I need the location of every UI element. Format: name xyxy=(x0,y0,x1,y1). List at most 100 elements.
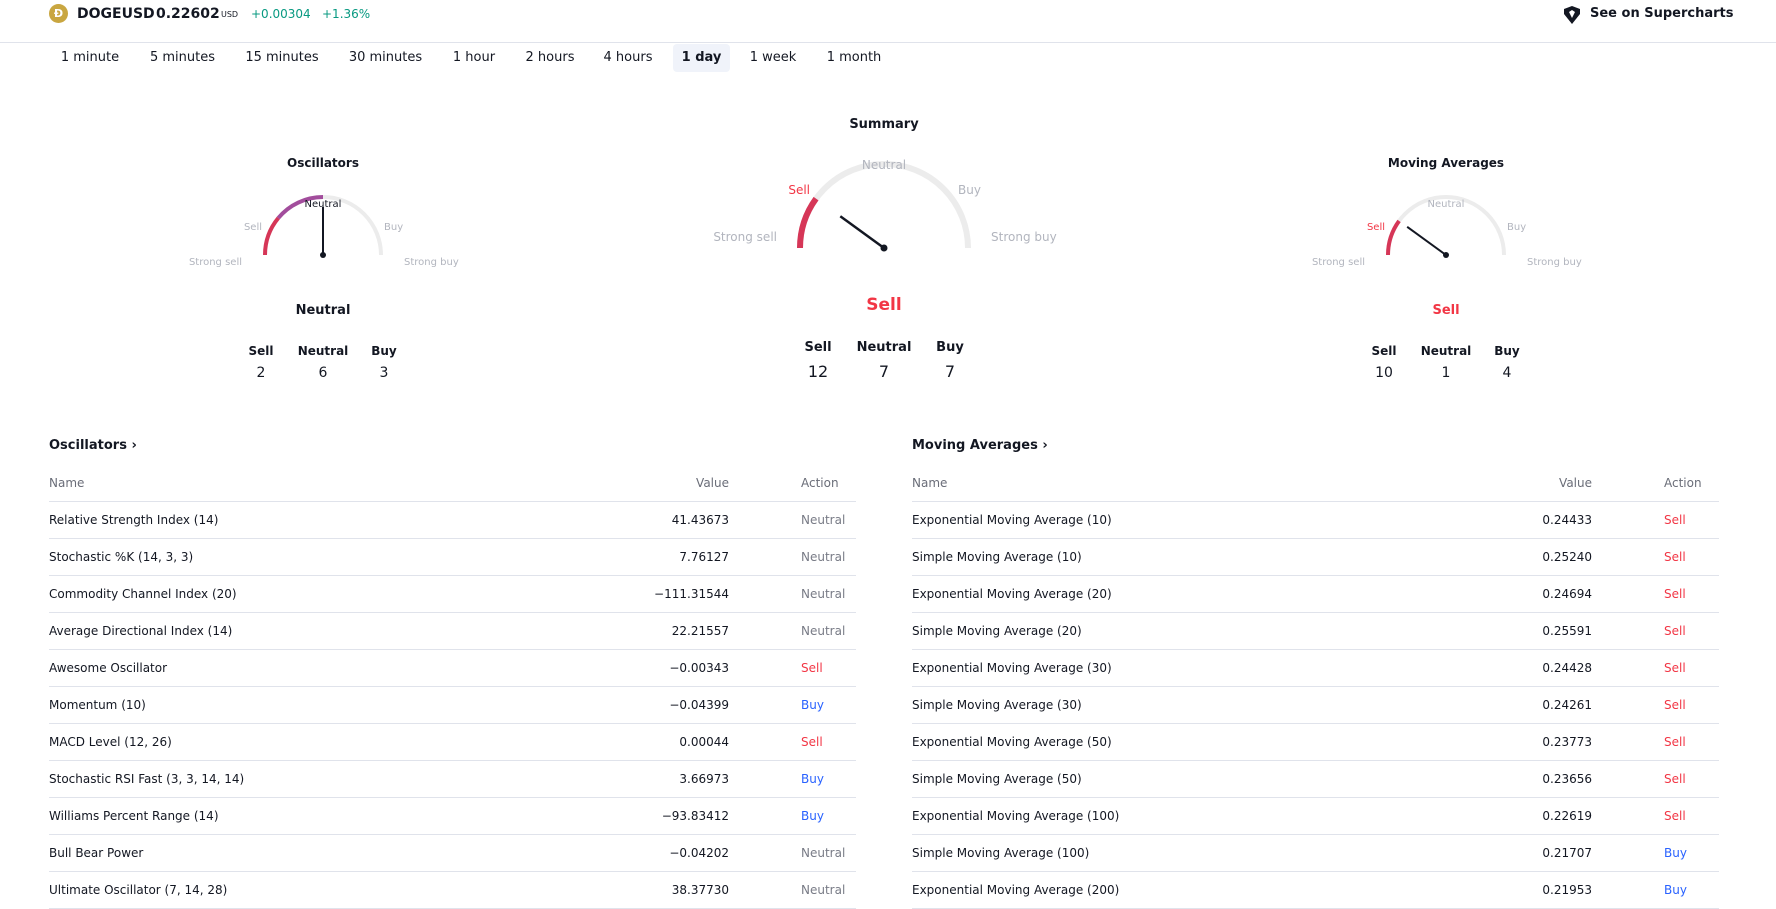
oscillators-gauge-title: Oscillators xyxy=(287,156,359,170)
indicator-action: Buy xyxy=(801,698,824,712)
tab-30-minutes[interactable]: 30 minutes xyxy=(338,44,433,72)
summary-neutral-count: 7 xyxy=(878,362,890,381)
oscillators-table-title-text: Oscillators xyxy=(49,438,127,453)
table-row: Simple Moving Average (10) 0.25240 Sell xyxy=(912,539,1719,576)
indicator-name[interactable]: Bull Bear Power xyxy=(49,835,143,871)
table-row: Commodity Channel Index (20) −111.31544 Ne… xyxy=(49,576,856,613)
indicator-name[interactable]: Simple Moving Average (100) xyxy=(912,835,1089,871)
indicator-name[interactable]: Relative Strength Index (14) xyxy=(49,502,218,538)
sell-label: Sell xyxy=(1367,222,1385,233)
table-row: Simple Moving Average (20) 0.25591 Sell xyxy=(912,613,1719,650)
supercharts-icon[interactable] xyxy=(1561,4,1583,26)
indicator-action: Sell xyxy=(1664,587,1686,601)
summary-neutral-label: Neutral xyxy=(856,340,912,355)
table-row: Momentum (10) −0.04399 Buy xyxy=(49,687,856,724)
column-value-header: Value xyxy=(1559,476,1592,490)
table-row: Bull Bear Power −0.04202 Neutral xyxy=(49,835,856,872)
tab-1-month[interactable]: 1 month xyxy=(818,44,890,72)
indicator-name[interactable]: Exponential Moving Average (30) xyxy=(912,650,1112,686)
indicator-value: −0.00343 xyxy=(669,661,729,675)
symbol-name[interactable]: DOGEUSD xyxy=(77,4,155,24)
indicator-name[interactable]: Exponential Moving Average (10) xyxy=(912,502,1112,538)
indicator-action: Buy xyxy=(1664,883,1687,897)
strong-buy-label: Strong buy xyxy=(1527,257,1582,268)
tab-5-minutes[interactable]: 5 minutes xyxy=(140,44,225,72)
indicator-name[interactable]: Exponential Moving Average (200) xyxy=(912,872,1119,908)
tab-1-hour[interactable]: 1 hour xyxy=(444,44,504,72)
table-row: Williams Percent Range (14) −93.83412 Buy xyxy=(49,798,856,835)
indicator-name[interactable]: Simple Moving Average (30) xyxy=(912,687,1082,723)
moving-averages-buy-count: 4 xyxy=(1502,365,1512,381)
indicator-value: 0.24433 xyxy=(1542,513,1592,527)
indicator-value: 0.23773 xyxy=(1542,735,1592,749)
table-row: Exponential Moving Average (30) 0.24428 Se… xyxy=(912,650,1719,687)
indicator-action: Neutral xyxy=(801,883,846,897)
summary-gauge-title: Summary xyxy=(849,117,919,132)
see-on-supercharts-link[interactable]: See on Supercharts xyxy=(1590,5,1733,23)
tab-2-hours[interactable]: 2 hours xyxy=(518,44,582,72)
indicator-name[interactable]: Simple Moving Average (50) xyxy=(912,761,1082,797)
indicator-name[interactable]: Commodity Channel Index (20) xyxy=(49,576,237,612)
indicator-action: Sell xyxy=(801,661,823,675)
indicator-name[interactable]: Exponential Moving Average (20) xyxy=(912,576,1112,612)
moving-averages-table-title[interactable]: Moving Averages › xyxy=(912,437,1048,455)
indicator-value: 0.21707 xyxy=(1542,846,1592,860)
indicator-name[interactable]: Exponential Moving Average (100) xyxy=(912,798,1119,834)
summary-buy-label: Buy xyxy=(936,340,964,355)
indicator-value: 41.43673 xyxy=(671,513,729,527)
sell-label: Sell xyxy=(244,222,262,233)
indicator-value: −111.31544 xyxy=(654,587,729,601)
oscillators-table-title[interactable]: Oscillators › xyxy=(49,437,137,455)
indicator-action: Sell xyxy=(1664,698,1686,712)
gauge-track xyxy=(797,161,971,249)
indicator-action: Sell xyxy=(1664,513,1686,527)
moving-averages-gauge-title: Moving Averages xyxy=(1387,156,1505,170)
indicator-value: 0.21953 xyxy=(1542,883,1592,897)
tab-4-hours[interactable]: 4 hours xyxy=(596,44,660,72)
tab-1-minute[interactable]: 1 minute xyxy=(50,44,130,72)
price-change: +0.00304 xyxy=(251,7,311,21)
table-row: Simple Moving Average (100) 0.21707 Buy xyxy=(912,835,1719,872)
indicator-name[interactable]: Stochastic %K (14, 3, 3) xyxy=(49,539,193,575)
gauge-pivot xyxy=(320,252,326,258)
summary-gauge: Strong sell Sell Neutral Buy Strong buy xyxy=(713,158,1057,252)
indicator-value: −93.83412 xyxy=(661,809,729,823)
indicator-action: Neutral xyxy=(801,550,846,564)
table-row: Awesome Oscillator −0.00343 Sell xyxy=(49,650,856,687)
indicator-name[interactable]: Simple Moving Average (10) xyxy=(912,539,1082,575)
column-action-header: Action xyxy=(1664,476,1702,490)
indicator-name[interactable]: Stochastic RSI Fast (3, 3, 14, 14) xyxy=(49,761,244,797)
indicator-value: 0.23656 xyxy=(1542,772,1592,786)
indicator-value: 0.24694 xyxy=(1542,587,1592,601)
indicator-name[interactable]: Williams Percent Range (14) xyxy=(49,798,219,834)
column-value-header: Value xyxy=(696,476,729,490)
oscillators-table: Name Value Action Relative Strength Inde… xyxy=(49,465,856,909)
indicator-name[interactable]: Exponential Moving Average (50) xyxy=(912,724,1112,760)
indicator-action: Neutral xyxy=(801,624,846,638)
tab-1-week[interactable]: 1 week xyxy=(742,44,804,72)
indicator-name[interactable]: Ultimate Oscillator (7, 14, 28) xyxy=(49,872,227,908)
oscillators-buy-count: 3 xyxy=(379,365,389,381)
tab-15-minutes[interactable]: 15 minutes xyxy=(236,44,328,72)
indicator-name[interactable]: Average Directional Index (14) xyxy=(49,613,232,649)
indicator-name[interactable]: Simple Moving Average (20) xyxy=(912,613,1082,649)
oscillators-buy-label: Buy xyxy=(371,344,397,358)
summary-sell-count: 12 xyxy=(807,362,829,381)
oscillators-neutral-label: Neutral xyxy=(297,344,349,358)
oscillators-neutral-count: 6 xyxy=(318,365,328,381)
summary-sell-label: Sell xyxy=(804,340,832,355)
strong-buy-label: Strong buy xyxy=(991,230,1057,244)
table-row: Relative Strength Index (14) 41.43673 Neut… xyxy=(49,502,856,539)
indicator-value: −0.04399 xyxy=(669,698,729,712)
column-name-header: Name xyxy=(912,476,948,490)
oscillators-verdict: Neutral xyxy=(295,303,351,318)
tab-1-day[interactable]: 1 day xyxy=(673,44,730,72)
moving-averages-neutral-count: 1 xyxy=(1441,365,1451,381)
indicator-name[interactable]: Awesome Oscillator xyxy=(49,650,167,686)
oscillators-sell-label: Sell xyxy=(248,344,274,358)
indicator-name[interactable]: MACD Level (12, 26) xyxy=(49,724,172,760)
moving-averages-sell-count: 10 xyxy=(1375,365,1393,381)
strong-sell-label: Strong sell xyxy=(1312,257,1365,268)
table-row: Stochastic RSI Fast (3, 3, 14, 14) 3.6697… xyxy=(49,761,856,798)
indicator-name[interactable]: Momentum (10) xyxy=(49,687,146,723)
